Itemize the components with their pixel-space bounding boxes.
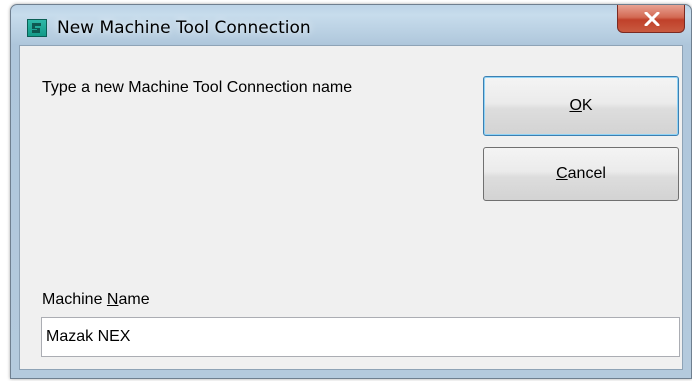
dialog-client-area: Type a new Machine Tool Connection name …	[19, 45, 683, 370]
close-icon	[644, 12, 660, 26]
cancel-label-rest: ancel	[567, 165, 606, 182]
ok-mnemonic: O	[569, 97, 582, 114]
prompt-text: Type a new Machine Tool Connection name	[42, 79, 353, 96]
cancel-mnemonic: C	[556, 165, 568, 182]
machine-tool-app-icon	[27, 19, 47, 37]
close-button[interactable]	[617, 5, 685, 33]
machine-name-label-before: Machine	[42, 291, 107, 308]
dialog-window: New Machine Tool Connection Type a new M…	[10, 4, 692, 379]
machine-name-label-after: ame	[118, 291, 150, 308]
window-title: New Machine Tool Connection	[57, 18, 311, 38]
machine-name-input[interactable]	[41, 317, 680, 357]
ok-button[interactable]: OK	[483, 76, 679, 136]
title-bar[interactable]: New Machine Tool Connection	[11, 5, 691, 43]
cancel-button[interactable]: Cancel	[483, 147, 679, 201]
ok-label-rest: K	[581, 97, 593, 114]
machine-name-label: Machine Name	[42, 291, 150, 309]
machine-name-mnemonic: N	[106, 291, 119, 308]
